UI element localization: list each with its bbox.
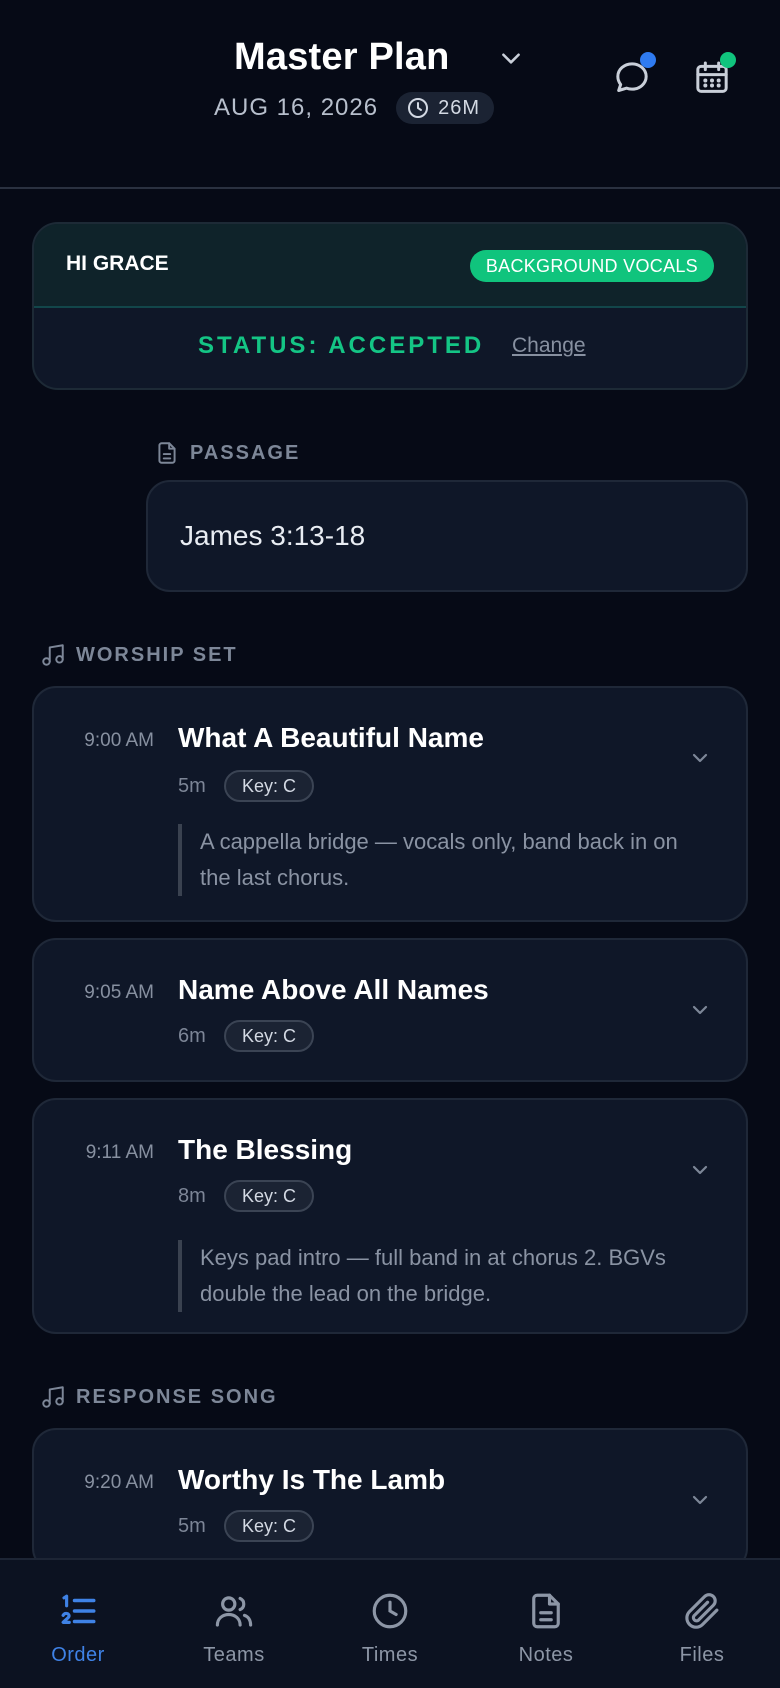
song-card-worthy-is-the-lamb[interactable]: 9:20 AM Worthy Is The Lamb 5m Key: C — [32, 1428, 748, 1572]
duration-badge: 26M — [396, 92, 495, 124]
song-meta: 5m Key: C — [178, 770, 315, 802]
song-card-name-above-all-names[interactable]: 9:05 AM Name Above All Names 6m Key: C — [32, 938, 748, 1082]
clock-icon — [408, 98, 429, 118]
duration-text: 26M — [438, 96, 481, 119]
chevron-down-icon[interactable] — [688, 746, 712, 770]
song-key-badge: Key: C — [224, 770, 315, 802]
music-note-icon — [42, 644, 64, 666]
assignment-header: HI GRACE BACKGROUND VOCALS — [34, 224, 746, 308]
song-meta: 8m Key: C — [178, 1180, 315, 1212]
song-time: 9:05 AM — [84, 982, 154, 1003]
app-screen: Master Plan AUG 16, 2026 26M HI GRACE BA… — [0, 0, 780, 1688]
passage-text: James 3:13-18 — [180, 520, 366, 551]
bottom-tab-bar: Order Teams Times Notes Files — [0, 1558, 780, 1688]
assignment-status-row: STATUS: ACCEPTED Change — [34, 308, 746, 388]
chevron-down-icon[interactable] — [688, 1158, 712, 1182]
tab-label: Files — [679, 1644, 725, 1666]
song-meta: 6m Key: C — [178, 1020, 315, 1052]
song-time: 9:20 AM — [84, 1472, 154, 1493]
tab-notes[interactable]: Notes — [468, 1560, 624, 1688]
tab-order[interactable]: Order — [0, 1560, 156, 1688]
messages-button[interactable] — [612, 52, 656, 98]
section-title: WORSHIP SET — [76, 643, 238, 666]
assignment-status-card: HI GRACE BACKGROUND VOCALS STATUS: ACCEP… — [32, 222, 748, 390]
change-status-link[interactable]: Change — [512, 334, 586, 358]
section-title: RESPONSE SONG — [76, 1385, 278, 1408]
tab-label: Times — [361, 1644, 419, 1666]
song-time: 9:11 AM — [85, 1142, 154, 1163]
song-time: 9:00 AM — [84, 730, 154, 751]
song-duration: 5m — [178, 1514, 206, 1537]
worship-set-section-label: WORSHIP SET — [40, 642, 238, 668]
role-badge: BACKGROUND VOCALS — [469, 250, 714, 282]
song-meta: 5m Key: C — [178, 1510, 315, 1542]
tab-files[interactable]: Files — [624, 1560, 780, 1688]
chevron-down-icon — [501, 52, 520, 64]
song-key-badge: Key: C — [224, 1180, 315, 1212]
unread-dot — [640, 52, 656, 68]
section-title: PASSAGE — [190, 441, 301, 464]
list-ordered-icon — [61, 1594, 96, 1624]
paperclip-icon — [685, 1593, 719, 1629]
tab-teams[interactable]: Teams — [156, 1560, 312, 1688]
tab-label: Teams — [203, 1644, 265, 1666]
song-duration: 6m — [178, 1024, 206, 1047]
song-title: Name Above All Names — [178, 974, 489, 1005]
song-duration: 5m — [178, 774, 206, 797]
document-icon — [158, 442, 176, 464]
song-title: What A Beautiful Name — [178, 722, 484, 753]
greeting-text: HI GRACE — [66, 252, 169, 275]
song-title: Worthy Is The Lamb — [178, 1464, 446, 1495]
passage-section-label: PASSAGE — [154, 440, 300, 466]
song-card-what-a-beautiful-name[interactable]: 9:00 AM What A Beautiful Name 5m Key: C … — [32, 686, 748, 922]
passage-box: James 3:13-18 — [146, 480, 748, 592]
plan-date: AUG 16, 2026 — [214, 94, 379, 121]
chevron-down-icon[interactable] — [688, 1488, 712, 1512]
status-text: STATUS: ACCEPTED — [198, 332, 485, 359]
music-note-icon — [42, 1386, 64, 1408]
song-key-badge: Key: C — [224, 1510, 315, 1542]
song-card-the-blessing[interactable]: 9:11 AM The Blessing 8m Key: C Keys pad … — [32, 1098, 748, 1334]
chevron-down-icon[interactable] — [688, 998, 712, 1022]
tab-label: Order — [51, 1644, 105, 1666]
page-title: Master Plan — [234, 36, 450, 78]
song-note: A cappella bridge — vocals only, band ba… — [178, 824, 712, 896]
plan-header: Master Plan AUG 16, 2026 26M — [0, 0, 780, 189]
song-key-badge: Key: C — [224, 1020, 315, 1052]
tab-label: Notes — [518, 1644, 574, 1666]
song-note: Keys pad intro — full band in at chorus … — [178, 1240, 712, 1312]
document-icon — [532, 1593, 560, 1629]
plan-date-row: AUG 16, 2026 26M — [214, 92, 495, 124]
response-song-section-label: RESPONSE SONG — [40, 1384, 278, 1410]
calendar-button[interactable] — [692, 52, 736, 98]
song-duration: 8m — [178, 1184, 206, 1207]
song-title: The Blessing — [178, 1134, 353, 1165]
users-icon — [215, 1596, 253, 1627]
plan-title-selector[interactable]: Master Plan — [234, 36, 524, 79]
tab-times[interactable]: Times — [312, 1560, 468, 1688]
clock-icon — [372, 1593, 408, 1629]
notification-dot — [720, 52, 736, 68]
